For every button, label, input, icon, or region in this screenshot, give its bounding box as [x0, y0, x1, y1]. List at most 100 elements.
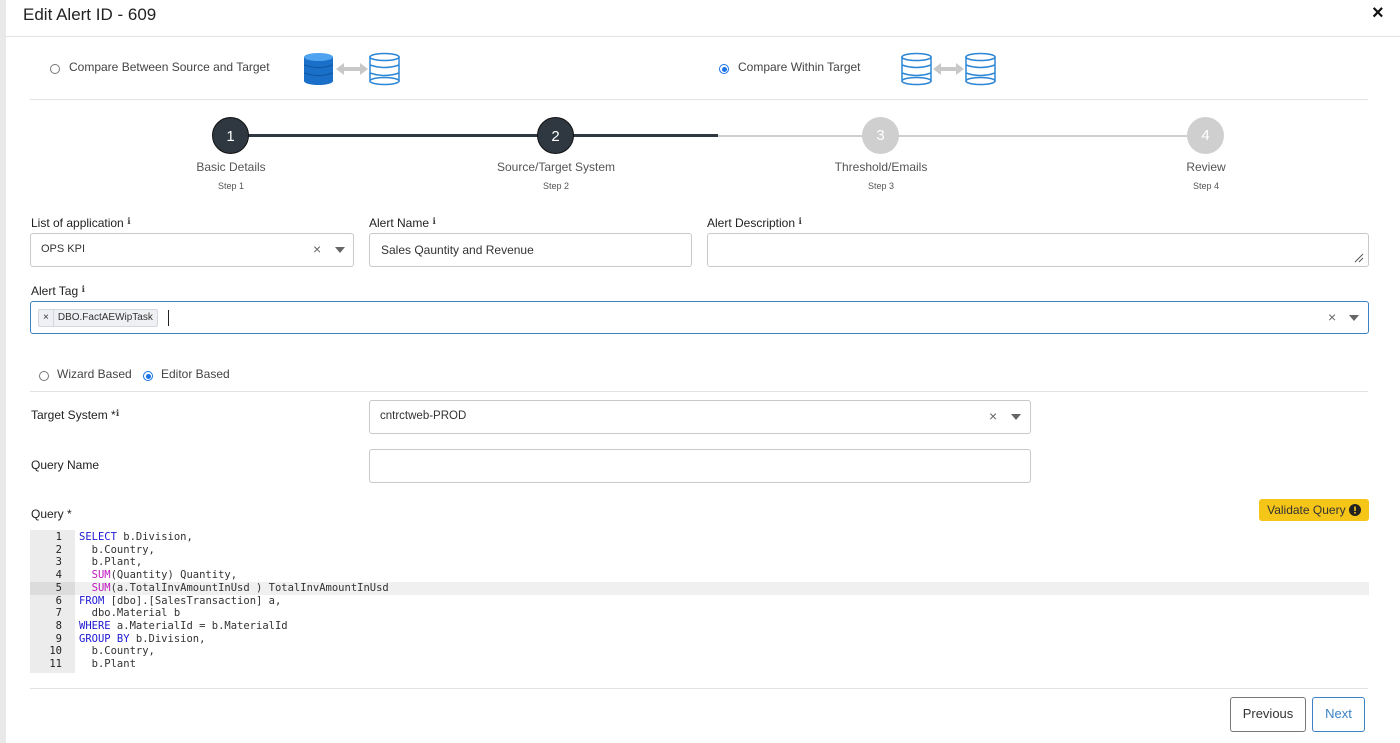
compare-between-radio[interactable]: [50, 64, 60, 74]
sql-function: SUM: [79, 569, 111, 582]
tag-chip[interactable]: × DBO.FactAEWipTask: [38, 309, 158, 327]
sql-keyword: WHERE: [79, 619, 111, 632]
step-3-name: Threshold/Emails: [834, 160, 928, 174]
step-4-circle[interactable]: 4: [1187, 117, 1224, 154]
target-system-label-wrap: Target System *ℹ: [31, 408, 119, 422]
line-number: 9: [55, 632, 62, 645]
step-2-circle[interactable]: 2: [537, 117, 574, 154]
code-line[interactable]: 3 b.Plant,: [30, 556, 1369, 569]
target-system-value: cntrctweb-PROD: [380, 410, 467, 422]
query-label: Query *: [31, 507, 72, 521]
alert-name-label: Alert Name: [369, 216, 430, 230]
code-line[interactable]: 2 b.Country,: [30, 544, 1369, 557]
compare-between-label: Compare Between Source and Target: [69, 60, 270, 74]
alert-description-textarea[interactable]: [707, 233, 1369, 267]
alert-tag-label-wrap: Alert Tag ℹ: [31, 284, 85, 298]
chevron-down-icon[interactable]: [1011, 414, 1021, 420]
alert-description-label-wrap: Alert Description ℹ: [707, 216, 802, 230]
sql-text: b.Division,: [129, 632, 206, 645]
close-icon[interactable]: ×: [1372, 2, 1384, 25]
wizard-based-radio[interactable]: [39, 371, 49, 381]
double-arrow-icon: [336, 63, 368, 75]
code-text: SUM(a.TotalInvAmountInUsd ) TotalInvAmou…: [75, 582, 389, 595]
code-line[interactable]: 11 b.Plant: [30, 658, 1369, 671]
info-icon: ℹ: [115, 408, 120, 418]
step-1-circle[interactable]: 1: [212, 117, 249, 154]
line-number: 11: [49, 658, 62, 671]
info-icon: ℹ: [127, 216, 131, 226]
code-text: FROM [dbo].[SalesTransaction] a,: [75, 595, 281, 608]
footer-divider: [30, 688, 1368, 689]
step-2-sub: Step 2: [542, 181, 570, 191]
sql-text: b.Country,: [79, 645, 155, 658]
editor-based-label: Editor Based: [161, 367, 230, 381]
line-number: 8: [55, 619, 62, 632]
sql-text: dbo.Material b: [79, 607, 181, 620]
code-line[interactable]: 6 FROM [dbo].[SalesTransaction] a,: [30, 595, 1369, 608]
line-number: 7: [55, 607, 62, 620]
code-line[interactable]: 9 GROUP BY b.Division,: [30, 633, 1369, 646]
step-1-name: Basic Details: [196, 160, 266, 174]
sql-text: a.MaterialId = b.MaterialId: [110, 619, 288, 632]
sql-text: (a.TotalInvAmountInUsd ) TotalInvAmountI…: [110, 581, 389, 594]
sql-text: [dbo].[SalesTransaction] a,: [104, 594, 282, 607]
database-outline-icon: [369, 52, 400, 86]
clear-icon[interactable]: ×: [989, 408, 997, 424]
clear-icon[interactable]: ×: [313, 241, 321, 257]
code-text: SUM(Quantity) Quantity,: [75, 569, 237, 582]
text-cursor: [168, 310, 169, 326]
database-compare-icon: [303, 52, 400, 86]
application-value: OPS KPI: [41, 243, 86, 255]
sql-keyword: SELECT: [79, 531, 117, 543]
resize-handle-icon[interactable]: [1354, 253, 1364, 263]
line-number: 4: [55, 569, 62, 582]
application-select[interactable]: OPS KPI ×: [30, 233, 354, 267]
code-line[interactable]: 10 b.Country,: [30, 645, 1369, 658]
compare-within-label: Compare Within Target: [738, 60, 861, 74]
step-3-circle[interactable]: 3: [862, 117, 899, 154]
info-icon: ℹ: [81, 284, 85, 294]
info-icon: [1348, 504, 1361, 516]
code-text: GROUP BY b.Division,: [75, 633, 205, 646]
info-icon: ℹ: [798, 216, 802, 226]
target-system-select[interactable]: cntrctweb-PROD ×: [369, 400, 1031, 434]
sql-keyword: GROUP BY: [79, 632, 130, 645]
code-line[interactable]: 8 WHERE a.MaterialId = b.MaterialId: [30, 620, 1369, 633]
target-system-label: Target System *: [31, 408, 116, 422]
line-number: 2: [55, 543, 62, 556]
database-outline-icon: [901, 52, 932, 86]
compare-within-radio[interactable]: [719, 64, 729, 74]
validate-query-label: Validate Query: [1267, 503, 1346, 517]
left-edge-shadow: [0, 0, 6, 743]
previous-button[interactable]: Previous: [1230, 697, 1306, 732]
alert-name-input[interactable]: Sales Qauntity and Revenue: [369, 233, 692, 267]
mode-divider: [30, 391, 1368, 392]
code-text: WHERE a.MaterialId = b.MaterialId: [75, 620, 288, 633]
query-editor[interactable]: 1 SELECT b.Division, 2 b.Country, 3 b.Plant…: [30, 530, 1369, 673]
compare-divider: [30, 99, 1368, 100]
code-text: SELECT b.Division,: [75, 531, 193, 544]
step-4-name: Review: [1186, 160, 1226, 174]
line-number: 5: [30, 581, 75, 595]
sql-text: (Quantity) Quantity,: [110, 569, 238, 582]
stepper-progress-done: [231, 134, 718, 137]
code-line[interactable]: 1 SELECT b.Division,: [30, 531, 1369, 544]
chevron-down-icon[interactable]: [1349, 315, 1359, 321]
alert-tag-multiselect[interactable]: × DBO.FactAEWipTask ×: [30, 301, 1369, 334]
line-number: 1: [55, 531, 62, 543]
database-solid-icon: [303, 53, 334, 85]
code-line[interactable]: 7 dbo.Material b: [30, 607, 1369, 620]
stepper-progress-pending: [718, 135, 1206, 137]
chevron-down-icon[interactable]: [335, 247, 345, 253]
query-name-input[interactable]: [369, 449, 1031, 483]
editor-based-radio[interactable]: [143, 371, 153, 381]
sql-text: b.Country,: [79, 543, 155, 556]
validate-query-button[interactable]: Validate Query: [1259, 499, 1369, 521]
next-button[interactable]: Next: [1312, 697, 1365, 732]
code-line[interactable]: 4 SUM(Quantity) Quantity,: [30, 569, 1369, 582]
code-line[interactable]: 5 SUM(a.TotalInvAmountInUsd ) TotalInvAm…: [30, 581, 1369, 595]
sql-keyword: FROM: [79, 594, 105, 607]
code-text: b.Country,: [75, 544, 155, 557]
tag-remove-icon[interactable]: ×: [38, 309, 53, 327]
clear-icon[interactable]: ×: [1328, 309, 1336, 325]
